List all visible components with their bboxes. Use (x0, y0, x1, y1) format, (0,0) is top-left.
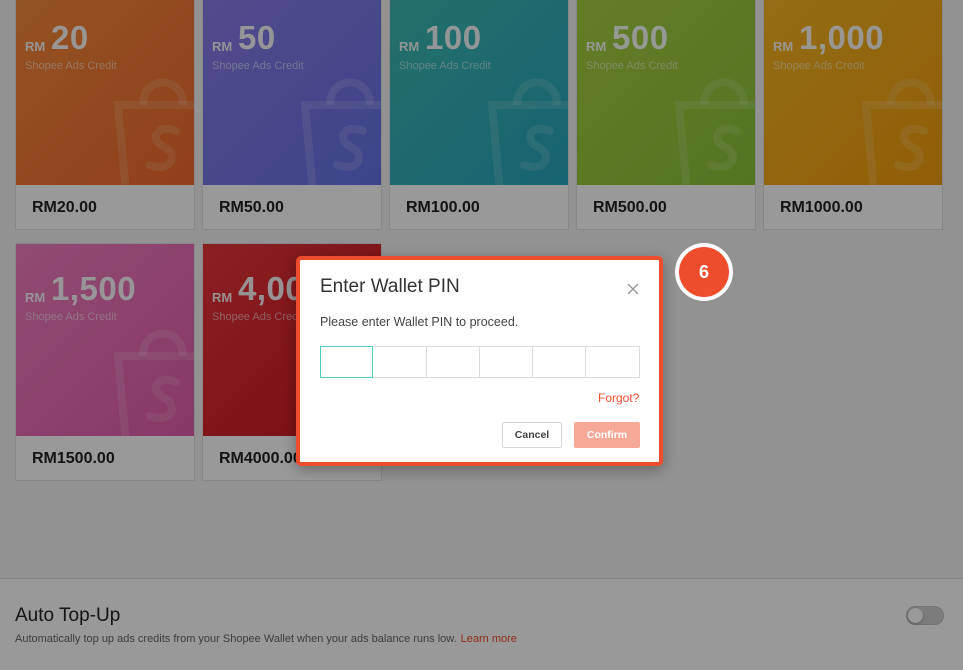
pin-digit-3[interactable] (426, 346, 480, 378)
cancel-button[interactable]: Cancel (502, 422, 562, 448)
pin-digit-5[interactable] (533, 346, 587, 378)
forgot-pin-link[interactable]: Forgot? (598, 391, 639, 405)
pin-input-row (320, 346, 640, 378)
close-icon[interactable] (626, 282, 640, 296)
step-badge: 6 (675, 243, 733, 301)
pin-digit-6[interactable] (586, 346, 640, 378)
wallet-pin-modal: Enter Wallet PIN Please enter Wallet PIN… (296, 256, 663, 466)
pin-digit-1[interactable] (320, 346, 374, 378)
pin-digit-2[interactable] (373, 346, 427, 378)
modal-description: Please enter Wallet PIN to proceed. (320, 315, 519, 329)
step-number: 6 (679, 247, 729, 297)
modal-title: Enter Wallet PIN (320, 276, 460, 297)
confirm-button[interactable]: Confirm (574, 422, 640, 448)
pin-digit-4[interactable] (479, 346, 534, 378)
